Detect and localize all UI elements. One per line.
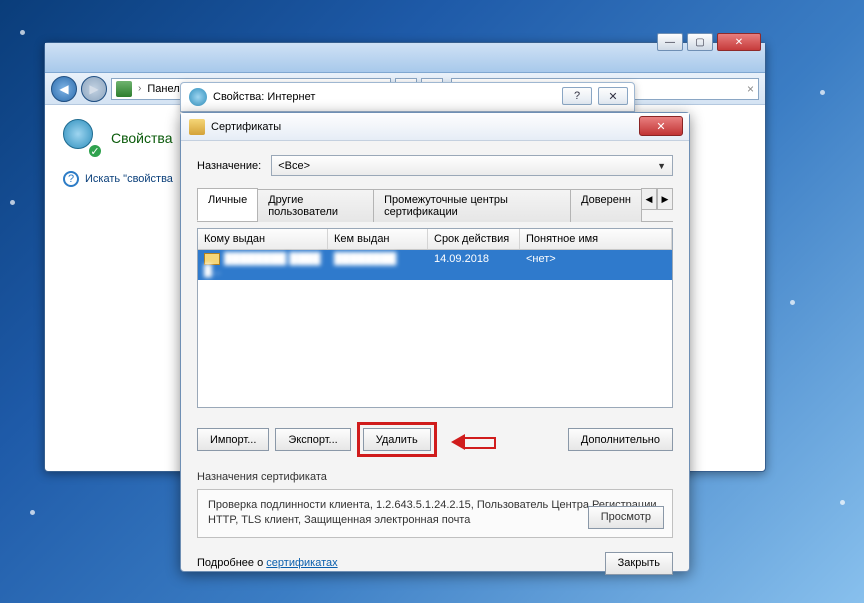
tab-personal[interactable]: Личные: [197, 188, 258, 221]
cell-issued-by: ████████: [334, 253, 396, 265]
learn-more: Подробнее о сертификатах: [197, 557, 338, 569]
clear-search-icon[interactable]: ×: [747, 82, 754, 96]
cert-row-selected[interactable]: ████████ ████ █... ████████ 14.09.2018 <…: [198, 250, 672, 280]
cell-friendly: <нет>: [520, 250, 672, 280]
help-icon: ?: [63, 171, 79, 187]
internet-properties-dialog: Свойства: Интернет ? ✕: [180, 82, 635, 112]
learn-more-link[interactable]: сертификатах: [266, 557, 337, 569]
control-panel-icon: [116, 81, 132, 97]
annotation-highlight: Удалить: [357, 422, 437, 457]
col-friendly[interactable]: Понятное имя: [520, 229, 672, 249]
close-dialog-button[interactable]: Закрыть: [605, 552, 673, 575]
delete-button[interactable]: Удалить: [363, 428, 431, 451]
advanced-button[interactable]: Дополнительно: [568, 428, 673, 451]
minimize-button[interactable]: —: [657, 33, 683, 51]
purpose-value: <Все>: [278, 160, 310, 172]
tab-trusted[interactable]: Доверенн: [570, 189, 642, 222]
purpose-section-label: Назначения сертификата: [197, 471, 673, 483]
back-button[interactable]: ◀: [51, 76, 77, 102]
purpose-box: Проверка подлинности клиента, 1.2.643.5.…: [197, 489, 673, 538]
learn-more-prefix: Подробнее о: [197, 557, 266, 569]
view-button[interactable]: Просмотр: [588, 506, 664, 529]
certificates-dialog: Сертификаты ✕ Назначение: <Все> ▼ Личные…: [180, 112, 690, 572]
annotation-arrow: [451, 431, 497, 449]
maximize-button[interactable]: ▢: [687, 33, 713, 51]
globe-icon: [189, 88, 207, 106]
cell-expires: 14.09.2018: [428, 250, 520, 280]
forward-button[interactable]: ▶: [81, 76, 107, 102]
search-link-label: Искать "свойства: [85, 173, 173, 185]
tab-scroll-right[interactable]: ▶: [657, 188, 673, 210]
props-title: Свойства: Интернет: [213, 91, 315, 103]
import-button[interactable]: Импорт...: [197, 428, 269, 451]
certificate-icon: [189, 119, 205, 135]
col-issued-by[interactable]: Кем выдан: [328, 229, 428, 249]
purpose-combo[interactable]: <Все> ▼: [271, 155, 673, 176]
close-button[interactable]: ✕: [717, 33, 761, 51]
export-button[interactable]: Экспорт...: [275, 428, 350, 451]
purpose-label: Назначение:: [197, 160, 261, 172]
cell-issued-to: ████████ ████ █...: [204, 253, 321, 277]
list-header: Кому выдан Кем выдан Срок действия Понят…: [198, 229, 672, 250]
tab-scroll-left[interactable]: ◀: [641, 188, 657, 210]
col-expires[interactable]: Срок действия: [428, 229, 520, 249]
cert-title-label: Сертификаты: [211, 121, 281, 133]
page-title: Свойства: [111, 130, 172, 146]
col-issued-to[interactable]: Кому выдан: [198, 229, 328, 249]
cert-list[interactable]: Кому выдан Кем выдан Срок действия Понят…: [197, 228, 673, 408]
close-button[interactable]: ✕: [639, 116, 683, 136]
chevron-down-icon: ▼: [657, 161, 666, 171]
internet-options-icon: ✓: [63, 119, 101, 157]
cp-titlebar[interactable]: — ▢ ✕: [45, 43, 765, 73]
cert-titlebar[interactable]: Сертификаты ✕: [181, 113, 689, 141]
cert-row-icon: [204, 253, 220, 265]
tab-other-users[interactable]: Другие пользователи: [257, 189, 374, 222]
cert-tabs: Личные Другие пользователи Промежуточные…: [197, 188, 673, 222]
help-button[interactable]: ?: [562, 87, 592, 105]
close-button[interactable]: ✕: [598, 87, 628, 105]
tab-intermediate-ca[interactable]: Промежуточные центры сертификации: [373, 189, 571, 222]
breadcrumb-sep: ›: [136, 83, 143, 94]
